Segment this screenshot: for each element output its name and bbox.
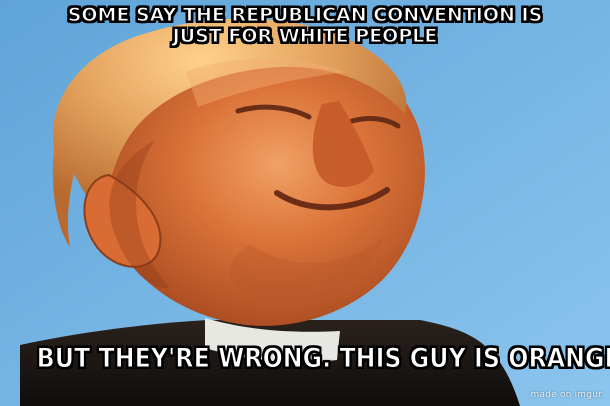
meme-image: SOME SAY THE REPUBLICAN CONVENTION IS JU… — [0, 0, 610, 406]
bottom-caption: BUT THEY'RE WRONG. THIS GUY IS ORANGE. — [36, 343, 610, 374]
top-caption: SOME SAY THE REPUBLICAN CONVENTION IS JU… — [67, 4, 543, 47]
imgur-watermark: made on imgur — [530, 390, 602, 400]
